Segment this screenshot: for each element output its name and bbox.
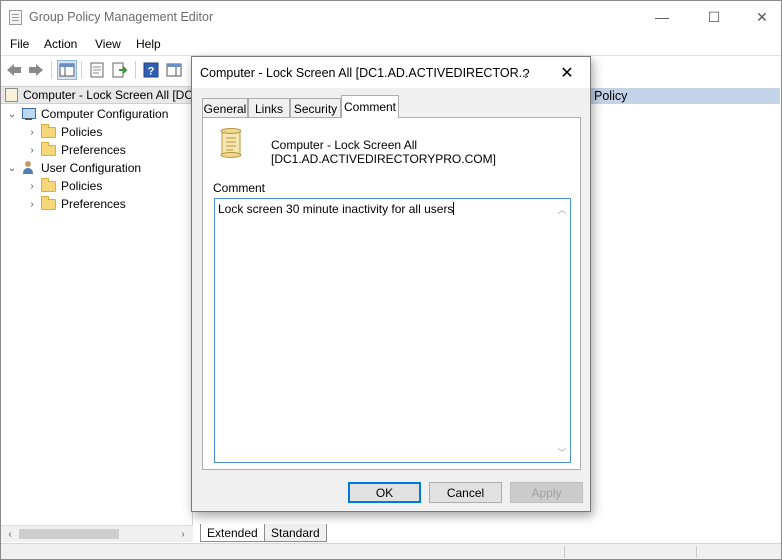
computer-icon <box>21 107 36 121</box>
comment-text-wrap: Lock screen 30 minute inactivity for all… <box>218 202 455 216</box>
details-header-label: Policy <box>594 89 628 103</box>
comment-value: Lock screen 30 minute inactivity for all… <box>218 202 454 216</box>
export-list-button[interactable] <box>110 60 130 80</box>
tree-item-uc-policies[interactable]: › Policies <box>26 177 102 195</box>
gpo-scroll-icon <box>220 128 242 158</box>
comment-textarea[interactable]: Lock screen 30 minute inactivity for all… <box>214 198 571 463</box>
properties-icon <box>90 62 104 78</box>
tree-horizontal-scrollbar[interactable]: ‹ › <box>1 525 193 542</box>
comment-label: Comment <box>213 181 266 195</box>
svg-text:?: ? <box>148 66 155 78</box>
gpo-properties-dialog: Computer - Lock Screen All [DC1.AD.ACTIV… <box>191 56 591 512</box>
gpo-icon <box>5 88 18 102</box>
window-title: Group Policy Management Editor <box>29 10 214 24</box>
show-hide-tree-button[interactable] <box>57 60 77 80</box>
tree-root-gpo[interactable]: Computer - Lock Screen All [DC <box>1 86 193 104</box>
tree-item-computer-configuration[interactable]: ⌄ Computer Configuration <box>6 105 169 123</box>
scroll-left-icon[interactable]: ‹ <box>3 527 17 541</box>
comment-vertical-scrollbar[interactable]: ︿ ﹀ <box>553 199 570 462</box>
tree-item-user-configuration[interactable]: ⌄ User Configuration <box>6 159 141 177</box>
user-icon <box>21 161 36 175</box>
minimize-button[interactable]: — <box>639 1 685 33</box>
forward-arrow-icon <box>29 64 43 76</box>
tab-security[interactable]: Security <box>290 98 341 118</box>
menu-bar: File Action View Help <box>1 33 781 55</box>
console-tree-icon <box>59 63 75 77</box>
scroll-down-icon[interactable]: ﹀ <box>556 446 568 458</box>
tree-item-label: Policies <box>61 125 103 139</box>
tab-extended[interactable]: Extended <box>200 524 265 542</box>
dialog-title-bar: Computer - Lock Screen All [DC1.AD.ACTIV… <box>192 57 590 88</box>
scrollbar-thumb[interactable] <box>19 529 119 539</box>
tree-item-cc-preferences[interactable]: › Preferences <box>26 141 126 159</box>
tab-general[interactable]: General <box>202 98 248 118</box>
status-separator <box>564 546 565 558</box>
back-button[interactable] <box>4 60 24 80</box>
folder-icon <box>41 177 56 192</box>
text-caret <box>453 202 455 215</box>
tab-comment[interactable]: Comment <box>341 95 399 118</box>
dialog-help-button[interactable]: ? <box>516 63 536 83</box>
chevron-right-icon[interactable]: › <box>26 199 38 210</box>
folder-icon <box>41 141 56 156</box>
tree-item-label: Preferences <box>61 197 126 211</box>
status-bar <box>1 543 781 559</box>
toolbar-separator <box>51 61 52 79</box>
comment-tab-panel: Computer - Lock Screen All [DC1.AD.ACTIV… <box>202 117 581 470</box>
tree-item-label: Policies <box>61 179 103 193</box>
toolbar-separator <box>135 61 136 79</box>
show-action-pane-button[interactable] <box>164 60 184 80</box>
export-icon <box>112 62 128 78</box>
tree-item-cc-policies[interactable]: › Policies <box>26 123 102 141</box>
tree-item-label: Preferences <box>61 143 126 157</box>
chevron-right-icon[interactable]: › <box>26 127 38 138</box>
app-icon <box>9 10 22 25</box>
scroll-right-icon[interactable]: › <box>176 527 190 541</box>
chevron-down-icon[interactable]: ⌄ <box>6 163 18 174</box>
chevron-down-icon[interactable]: ⌄ <box>6 109 18 120</box>
details-selected-row[interactable]: Policy <box>590 88 780 104</box>
close-button[interactable]: ✕ <box>739 1 782 33</box>
ok-button[interactable]: OK <box>348 482 421 503</box>
apply-button[interactable]: Apply <box>510 482 583 503</box>
properties-button[interactable] <box>87 60 107 80</box>
gpo-name: Computer - Lock Screen All [DC1.AD.ACTIV… <box>271 138 496 166</box>
menu-help[interactable]: Help <box>136 37 161 51</box>
help-icon: ? <box>143 62 159 78</box>
menu-action[interactable]: Action <box>44 37 77 51</box>
tree-item-label: User Configuration <box>41 161 142 175</box>
action-pane-icon <box>166 63 182 77</box>
gpo-name-line2: [DC1.AD.ACTIVEDIRECTORYPRO.COM] <box>271 152 496 166</box>
status-separator <box>696 546 697 558</box>
tree-item-label: Computer Configuration <box>41 107 169 121</box>
dialog-title: Computer - Lock Screen All [DC1.AD.ACTIV… <box>200 66 530 80</box>
folder-icon <box>41 195 56 210</box>
tree-item-uc-preferences[interactable]: › Preferences <box>26 195 126 213</box>
help-button[interactable]: ? <box>141 60 161 80</box>
tree-root-label: Computer - Lock Screen All [DC <box>22 88 193 102</box>
chevron-right-icon[interactable]: › <box>26 181 38 192</box>
view-tabs: Extended Standard <box>194 523 781 543</box>
dialog-close-button[interactable]: ✕ <box>554 62 580 84</box>
scroll-up-icon[interactable]: ︿ <box>556 203 568 215</box>
folder-icon <box>41 123 56 138</box>
menu-view[interactable]: View <box>95 37 121 51</box>
toolbar-separator <box>81 61 82 79</box>
tab-standard[interactable]: Standard <box>264 524 327 542</box>
menu-file[interactable]: File <box>10 37 29 51</box>
cancel-button[interactable]: Cancel <box>429 482 502 503</box>
tab-links[interactable]: Links <box>248 98 290 118</box>
title-bar: Group Policy Management Editor — ☐ ✕ <box>1 1 781 33</box>
maximize-button[interactable]: ☐ <box>691 1 737 33</box>
forward-button[interactable] <box>26 60 46 80</box>
gpo-name-line1: Computer - Lock Screen All <box>271 138 418 152</box>
chevron-right-icon[interactable]: › <box>26 145 38 156</box>
back-arrow-icon <box>7 64 21 76</box>
console-tree: Computer - Lock Screen All [DC ⌄ Compute… <box>1 85 193 525</box>
